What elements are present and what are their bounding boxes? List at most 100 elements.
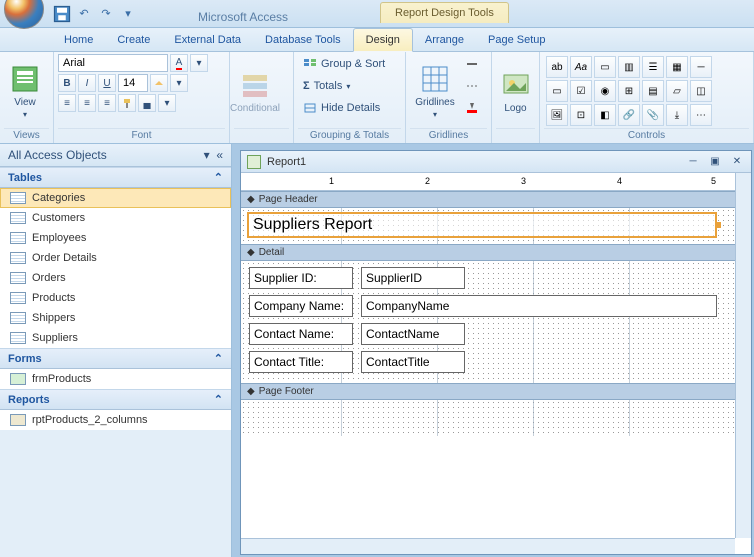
font-name-input[interactable] (58, 54, 168, 72)
page-footer-section[interactable] (241, 400, 751, 436)
field-company-name[interactable]: CompanyName (361, 295, 717, 317)
tab-create[interactable]: Create (105, 29, 162, 51)
control-page[interactable]: ▱ (666, 80, 688, 102)
control-attachment[interactable]: 📎 (642, 104, 664, 126)
page-footer-bar[interactable]: ◆ Page Footer (241, 383, 751, 400)
bold-button[interactable]: B (58, 74, 76, 92)
align-left-button[interactable]: ≡ (58, 94, 76, 112)
control-subform[interactable]: ▦ (666, 56, 688, 78)
restore-button[interactable]: ▣ (707, 155, 723, 169)
redo-icon[interactable]: ↷ (96, 4, 116, 24)
nav-item-products[interactable]: Products (0, 288, 231, 308)
tab-design[interactable]: Design (353, 28, 413, 52)
detail-bar[interactable]: ◆ Detail (241, 244, 751, 261)
nav-item-frmproducts[interactable]: frmProducts (0, 369, 231, 389)
hide-details-button[interactable]: Hide Details (298, 98, 401, 118)
field-supplier-id[interactable]: SupplierID (361, 267, 465, 289)
fill-color-button[interactable] (150, 74, 168, 92)
nav-item-suppliers[interactable]: Suppliers (0, 328, 231, 348)
control-option[interactable]: ◉ (594, 80, 616, 102)
page-header-bar[interactable]: ◆ Page Header (241, 191, 751, 208)
line-dropdown[interactable]: ▾ (158, 94, 176, 112)
nav-item-categories[interactable]: Categories (0, 188, 231, 208)
control-rectangle[interactable]: ▭ (546, 80, 568, 102)
grid-width-button[interactable] (462, 54, 482, 74)
group-gridlines: Gridlines▾ Gridlines (406, 52, 492, 143)
nav-item-shippers[interactable]: Shippers (0, 308, 231, 328)
views-group-label: Views (4, 128, 49, 143)
control-toggle[interactable]: ⊞ (618, 80, 640, 102)
page-header-section[interactable]: Suppliers Report (241, 208, 751, 244)
control-checkbox[interactable]: ☑ (570, 80, 592, 102)
minimize-button[interactable]: ─ (685, 155, 701, 169)
horizontal-scrollbar[interactable] (241, 538, 735, 554)
label-contact-title[interactable]: Contact Title: (249, 351, 353, 373)
control-textbox[interactable]: ab (546, 56, 568, 78)
logo-icon (500, 69, 532, 101)
undo-icon[interactable]: ↶ (74, 4, 94, 24)
italic-button[interactable]: I (78, 74, 96, 92)
nav-item-rptproducts[interactable]: rptProducts_2_columns (0, 410, 231, 430)
nav-section-tables[interactable]: Tables⌃ (0, 167, 231, 188)
report-title-control[interactable]: Suppliers Report (247, 212, 717, 238)
nav-item-employees[interactable]: Employees (0, 228, 231, 248)
view-button[interactable]: View ▾ (4, 54, 46, 128)
tab-home[interactable]: Home (52, 29, 105, 51)
control-line[interactable]: ─ (690, 56, 712, 78)
conditional-button[interactable]: Conditional (234, 54, 276, 128)
font-color-dropdown[interactable]: ▾ (190, 54, 208, 72)
nav-section-forms[interactable]: Forms⌃ (0, 348, 231, 369)
font-color-button[interactable]: A (170, 54, 188, 72)
nav-dropdown-icon[interactable]: ▾ « (204, 148, 223, 162)
close-button[interactable]: ✕ (729, 155, 745, 169)
control-list[interactable]: ☰ (642, 56, 664, 78)
report-window-titlebar[interactable]: Report1 ─ ▣ ✕ (241, 151, 751, 173)
control-unbound[interactable]: ⊡ (570, 104, 592, 126)
control-hyperlink[interactable]: 🔗 (618, 104, 640, 126)
control-image[interactable]: 🖼 (546, 104, 568, 126)
control-more[interactable]: ⋯ (690, 104, 712, 126)
qat-dropdown-icon[interactable]: ▾ (118, 4, 138, 24)
align-center-button[interactable]: ≡ (78, 94, 96, 112)
tab-page-setup[interactable]: Page Setup (476, 29, 558, 51)
group-sort-button[interactable]: Group & Sort (298, 54, 401, 74)
format-painter-button[interactable] (118, 94, 136, 112)
control-chart[interactable]: ◫ (690, 80, 712, 102)
label-company-name[interactable]: Company Name: (249, 295, 353, 317)
label-contact-name[interactable]: Contact Name: (249, 323, 353, 345)
control-bound[interactable]: ◧ (594, 104, 616, 126)
gridlines-button[interactable]: Gridlines▾ (410, 54, 460, 128)
font-size-input[interactable] (118, 74, 148, 92)
control-pagebreak[interactable]: ⤓ (666, 104, 688, 126)
horizontal-ruler[interactable]: 1 2 3 4 5 (241, 173, 751, 191)
nav-header[interactable]: All Access Objects ▾ « (0, 144, 231, 167)
nav-item-customers[interactable]: Customers (0, 208, 231, 228)
nav-item-orders[interactable]: Orders (0, 268, 231, 288)
tab-database-tools[interactable]: Database Tools (253, 29, 353, 51)
totals-button[interactable]: ΣTotals▾ (298, 76, 401, 96)
underline-button[interactable]: U (98, 74, 116, 92)
field-contact-title[interactable]: ContactTitle (361, 351, 465, 373)
grid-color-button[interactable] (462, 98, 482, 118)
control-label[interactable]: Aa (570, 56, 592, 78)
office-button[interactable] (4, 0, 44, 29)
field-contact-name[interactable]: ContactName (361, 323, 465, 345)
design-surface[interactable]: ◆ Page Header Suppliers Report ◆ Detail … (241, 191, 751, 554)
save-icon[interactable] (52, 4, 72, 24)
nav-section-reports[interactable]: Reports⌃ (0, 389, 231, 410)
control-button[interactable]: ▭ (594, 56, 616, 78)
tab-arrange[interactable]: Arrange (413, 29, 476, 51)
grid-style-button[interactable] (462, 76, 482, 96)
fill-dropdown[interactable]: ▾ (170, 74, 188, 92)
controls-gallery: ab Aa ▭ ▥ ☰ ▦ ─ ▭ ☑ ◉ ⊞ ▤ ▱ ◫ 🖼 ⊡ ◧ 🔗 📎 … (546, 56, 712, 126)
tab-external-data[interactable]: External Data (162, 29, 253, 51)
control-tab[interactable]: ▤ (642, 80, 664, 102)
detail-section[interactable]: Supplier ID: SupplierID Company Name: Co… (241, 261, 751, 383)
control-combo[interactable]: ▥ (618, 56, 640, 78)
vertical-scrollbar[interactable] (735, 173, 751, 538)
nav-item-order-details[interactable]: Order Details (0, 248, 231, 268)
line-color-button[interactable]: ▄ (138, 94, 156, 112)
align-right-button[interactable]: ≡ (98, 94, 116, 112)
label-supplier-id[interactable]: Supplier ID: (249, 267, 353, 289)
logo-button[interactable]: Logo (496, 54, 535, 128)
